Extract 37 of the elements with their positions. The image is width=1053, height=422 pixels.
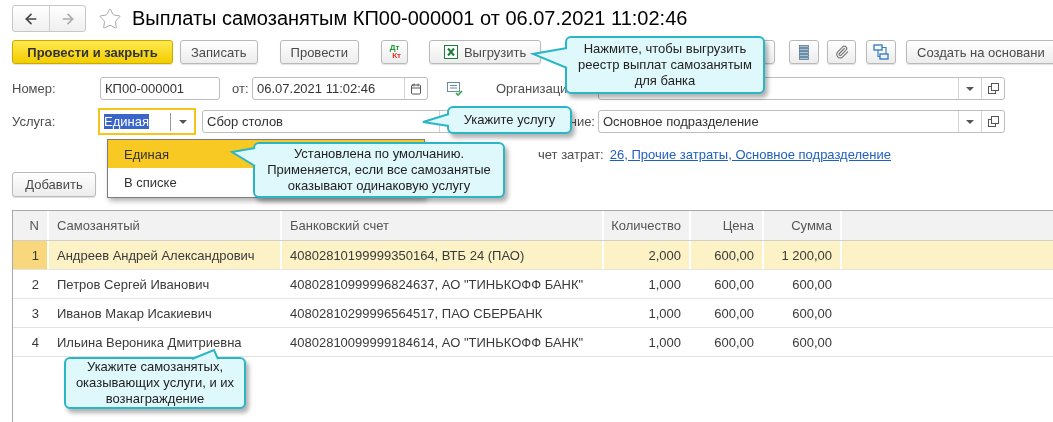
- column-header: Сумма: [791, 218, 832, 233]
- table-cell: 600,00: [792, 305, 832, 321]
- table-cell: 600,00: [714, 247, 754, 263]
- table-cell: 1 200,00: [781, 247, 832, 263]
- table-cell: 1,000: [648, 276, 681, 292]
- table-cell: 4: [31, 334, 39, 350]
- window-title: Выплаты самозанятым КП00-000001 от 06.07.2021 11:02:46: [132, 7, 688, 30]
- table-cell: Ильина Вероника Дмитриевна: [57, 334, 242, 350]
- field-label: Номер:: [12, 81, 57, 96]
- hint-tooltip: Установлена по умолчанию. Применяется, если все самозанятые оказывают одинаковую услугу: [253, 142, 505, 198]
- table-cell: 3: [31, 305, 39, 321]
- table-cell: 2: [31, 276, 39, 292]
- column-header: Самозанятый: [57, 218, 140, 233]
- field-label: от:: [232, 81, 250, 96]
- table-cell: 600,00: [714, 305, 754, 321]
- table-cell: 600,00: [792, 276, 832, 292]
- table-cell: 40802810099999184614, АО "ТИНЬКОФФ БАНК": [290, 334, 584, 350]
- table-cell: 1,000: [648, 305, 681, 321]
- column-header: N: [29, 218, 39, 233]
- field-label: чет затрат:: [538, 147, 604, 162]
- field-label: Услуга:: [12, 114, 57, 129]
- table-cell: 2,000: [648, 247, 681, 263]
- column-header: Банковский счет: [290, 218, 389, 233]
- table-cell: 40802810999996824637, АО "ТИНЬКОФФ БАНК": [290, 276, 584, 292]
- table-cell: 600,00: [714, 276, 754, 292]
- column-header: Цена: [722, 218, 754, 233]
- table-cell: 600,00: [714, 334, 754, 350]
- table-cell: 40802810299996564517, ПАО СБЕРБАНК: [290, 305, 543, 321]
- table-cell: Андреев Андрей Александрович: [57, 247, 255, 263]
- hint-tooltip: Укажите услугу: [447, 106, 572, 134]
- table-cell: 1,000: [648, 334, 681, 350]
- table-cell: 1: [31, 247, 39, 263]
- table-cell: 600,00: [792, 334, 832, 350]
- table-cell: Петров Сергей Иванович: [57, 276, 210, 292]
- table-cell: Иванов Макар Исакиевич: [57, 305, 212, 321]
- column-header: Количество: [611, 218, 681, 233]
- table-cell: 40802810199999350164, ВТБ 24 (ПАО): [290, 247, 525, 263]
